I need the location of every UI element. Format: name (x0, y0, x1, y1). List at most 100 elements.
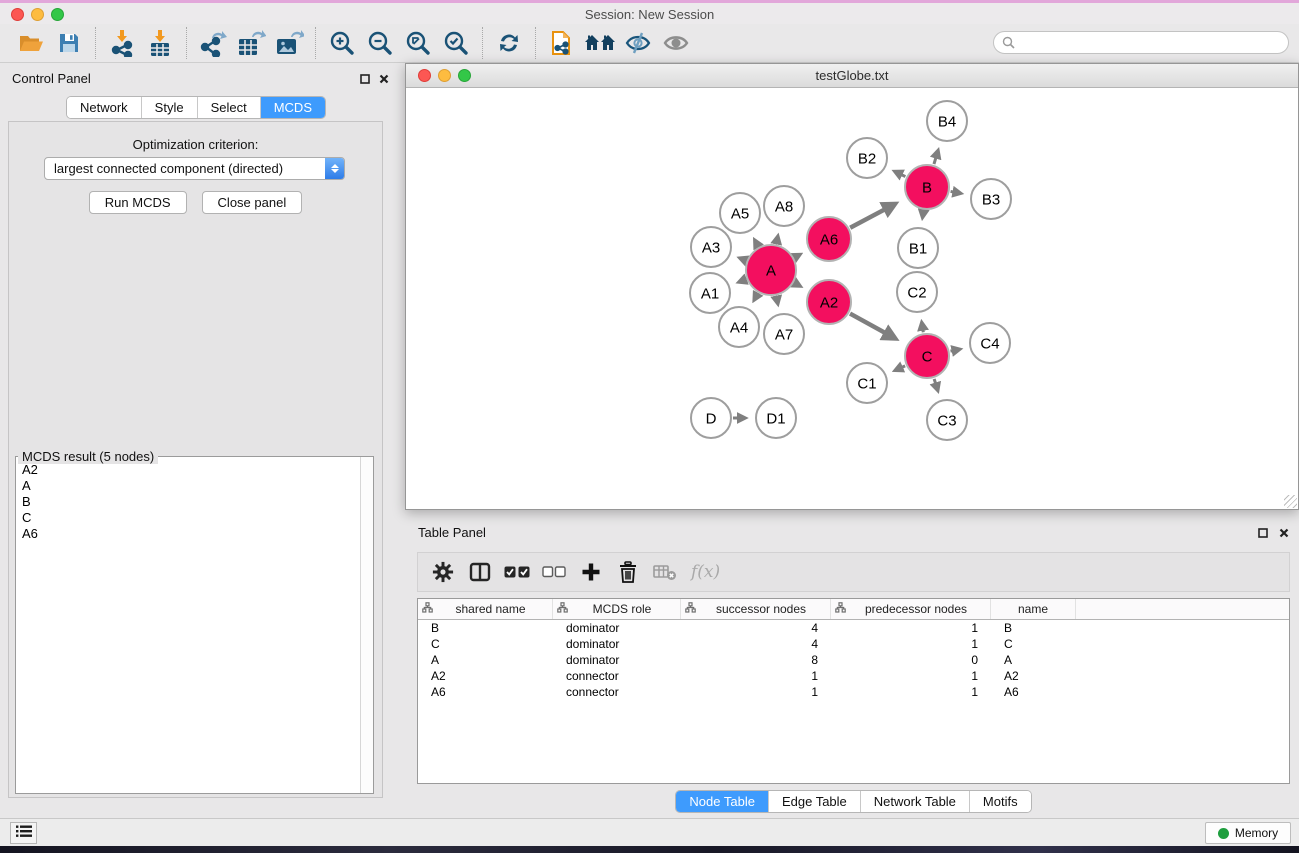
tab-node-table[interactable]: Node Table (676, 791, 769, 812)
task-history-button[interactable] (10, 822, 37, 844)
close-table-panel-icon[interactable] (1277, 526, 1291, 540)
graph-node-C2[interactable]: C2 (897, 272, 937, 312)
float-table-panel-icon[interactable] (1256, 526, 1270, 540)
import-network-button[interactable] (103, 27, 141, 59)
graph-edge-A-A1[interactable] (739, 280, 746, 283)
graph-node-A8[interactable]: A8 (764, 186, 804, 226)
graph-edge-A-A7[interactable] (776, 296, 777, 303)
graph-node-B2[interactable]: B2 (847, 138, 887, 178)
graph-edge-B-B1[interactable] (922, 211, 923, 218)
graph-node-A7[interactable]: A7 (764, 314, 804, 354)
new-network-from-selection-button[interactable] (543, 27, 581, 59)
export-image-button[interactable] (270, 27, 308, 59)
graph-node-A2[interactable]: A2 (807, 280, 851, 324)
table-row[interactable]: B dominator 4 1 B (418, 620, 1289, 636)
tab-edge-table[interactable]: Edge Table (769, 791, 861, 812)
graph-edge-A-A5[interactable] (755, 240, 758, 246)
run-mcds-button[interactable]: Run MCDS (89, 191, 187, 214)
graph-edge-B-B3[interactable] (951, 191, 961, 193)
show-details-button[interactable] (657, 27, 695, 59)
result-item[interactable]: A2 (17, 462, 359, 478)
result-item[interactable]: B (17, 494, 359, 510)
zoom-out-button[interactable] (361, 27, 399, 59)
graph-node-B3[interactable]: B3 (971, 179, 1011, 219)
graph-edge-A-A3[interactable] (740, 258, 746, 260)
tab-motifs[interactable]: Motifs (970, 791, 1031, 812)
search-field[interactable] (993, 31, 1289, 54)
column-header-successor-nodes[interactable]: successor nodes (681, 599, 831, 619)
graph-edge-A6-B[interactable] (850, 204, 894, 228)
open-session-button[interactable] (12, 27, 50, 59)
tab-mcds[interactable]: MCDS (261, 97, 325, 118)
graph-edge-A2-C[interactable] (850, 314, 895, 339)
graph-edge-C-C4[interactable] (951, 349, 960, 351)
result-item[interactable]: C (17, 510, 359, 526)
select-all-columns-button[interactable] (498, 556, 535, 588)
graph-node-B4[interactable]: B4 (927, 101, 967, 141)
column-header-mcds-role[interactable]: MCDS role (553, 599, 681, 619)
tab-style[interactable]: Style (142, 97, 198, 118)
graph-node-C[interactable]: C (905, 334, 949, 378)
network-canvas[interactable]: B4 B2 B B3 A8A5 A6 A3 B1 A A1 C2 A2 A4A7 C4 C C1 C3 D D1 (406, 89, 1298, 509)
column-header-predecessor-nodes[interactable]: predecessor nodes (831, 599, 991, 619)
graph-edge-C-C2[interactable] (922, 322, 924, 332)
graph-edge-B-B4[interactable] (934, 150, 938, 164)
criterion-dropdown[interactable]: largest connected component (directed) (44, 157, 345, 180)
memory-button[interactable]: Memory (1205, 822, 1291, 844)
graph-edge-A-A6[interactable] (795, 254, 800, 257)
split-columns-button[interactable] (461, 556, 498, 588)
graph-node-D1[interactable]: D1 (756, 398, 796, 438)
graph-node-C1[interactable]: C1 (847, 363, 887, 403)
delete-column-button[interactable] (609, 556, 646, 588)
result-item[interactable]: A6 (17, 526, 359, 542)
graph-edge-C-C1[interactable] (895, 366, 905, 371)
graph-node-A3[interactable]: A3 (691, 227, 731, 267)
graph-edge-A-A4[interactable] (754, 294, 758, 301)
graph-node-D[interactable]: D (691, 398, 731, 438)
table-row[interactable]: A6 connector 1 1 A6 (418, 684, 1289, 700)
column-header-name[interactable]: name (991, 599, 1076, 619)
export-table-button[interactable] (232, 27, 270, 59)
table-settings-button[interactable] (424, 556, 461, 588)
graph-edge-A-A8[interactable] (776, 236, 777, 243)
deselect-all-columns-button[interactable] (535, 556, 572, 588)
graph-node-C4[interactable]: C4 (970, 323, 1010, 363)
graph-edge-A-A2[interactable] (795, 283, 801, 286)
import-table-button[interactable] (141, 27, 179, 59)
graph-node-A1[interactable]: A1 (690, 273, 730, 313)
refresh-button[interactable] (490, 27, 528, 59)
graph-node-A[interactable]: A (746, 245, 796, 295)
add-column-button[interactable] (572, 556, 609, 588)
graph-edge-C-C3[interactable] (934, 379, 938, 391)
graph-node-A4[interactable]: A4 (719, 307, 759, 347)
graph-edge-B-B2[interactable] (895, 171, 906, 176)
graph-node-B[interactable]: B (905, 165, 949, 209)
close-panel-button[interactable]: Close panel (202, 191, 303, 214)
tab-network-table[interactable]: Network Table (861, 791, 970, 812)
graph-node-A5[interactable]: A5 (720, 193, 760, 233)
zoom-in-button[interactable] (323, 27, 361, 59)
tab-network[interactable]: Network (67, 97, 142, 118)
graph-node-C3[interactable]: C3 (927, 400, 967, 440)
close-panel-icon[interactable] (377, 72, 391, 86)
delete-table-button[interactable] (646, 556, 683, 588)
zoom-fit-button[interactable] (399, 27, 437, 59)
graph-node-A6[interactable]: A6 (807, 217, 851, 261)
table-row[interactable]: A2 connector 1 1 A2 (418, 668, 1289, 684)
table-row[interactable]: C dominator 4 1 C (418, 636, 1289, 652)
houses-button[interactable] (581, 27, 619, 59)
search-input[interactable] (1020, 34, 1288, 52)
hide-details-button[interactable] (619, 27, 657, 59)
result-scrollbar[interactable] (360, 457, 373, 793)
function-builder-button[interactable]: f(x) (683, 556, 728, 588)
export-network-button[interactable] (194, 27, 232, 59)
save-session-button[interactable] (50, 27, 88, 59)
result-item[interactable]: A (17, 478, 359, 494)
column-header-shared-name[interactable]: shared name (418, 599, 553, 619)
zoom-selected-button[interactable] (437, 27, 475, 59)
graph-node-B1[interactable]: B1 (898, 228, 938, 268)
table-row[interactable]: A dominator 8 0 A (418, 652, 1289, 668)
float-panel-icon[interactable] (358, 72, 372, 86)
window-resize-grip[interactable] (1284, 495, 1297, 508)
tab-select[interactable]: Select (198, 97, 261, 118)
